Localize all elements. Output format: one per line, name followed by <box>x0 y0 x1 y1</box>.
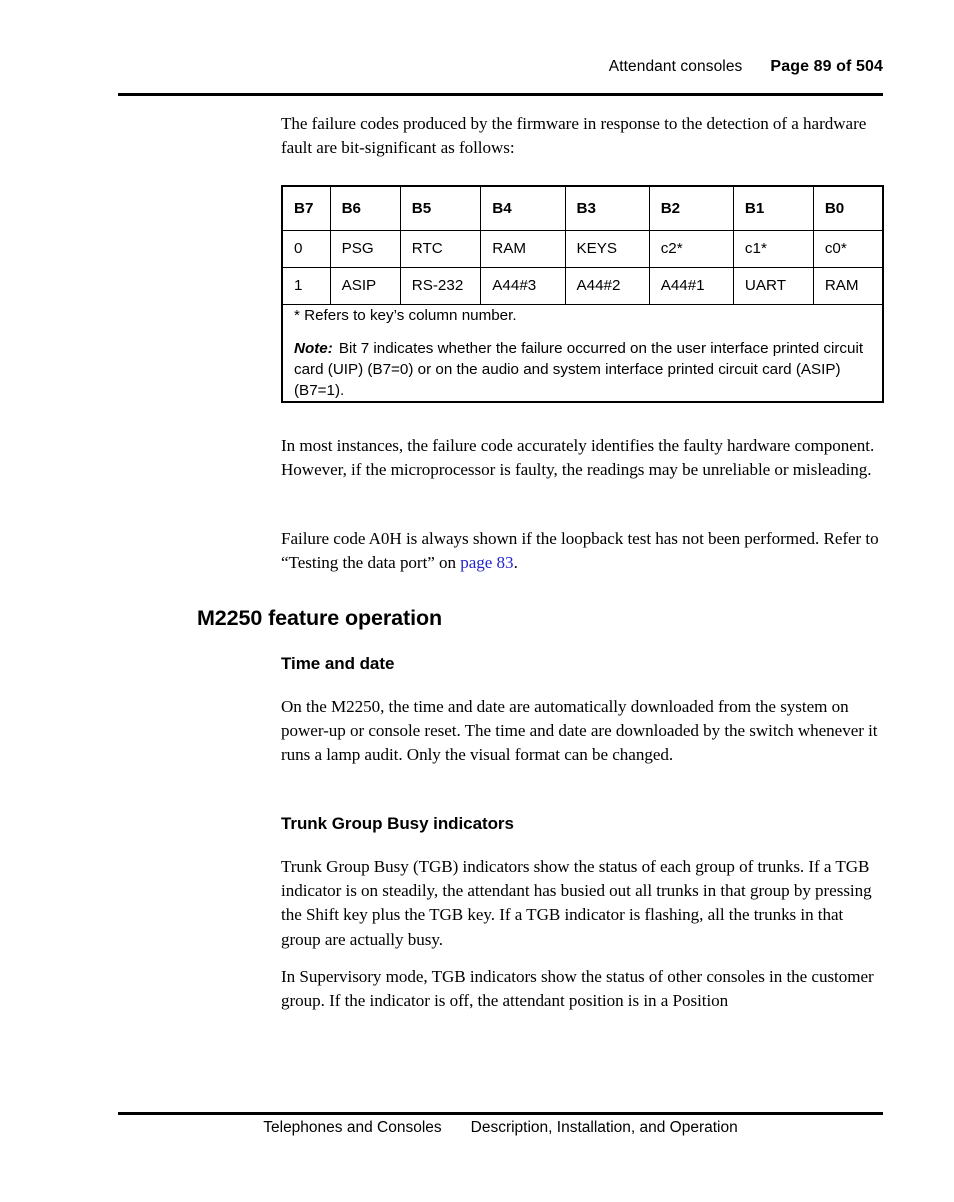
table-cell-r0c7: c0* <box>812 229 883 268</box>
loopback-text-after-link: . <box>513 553 518 573</box>
table-cell-r0c1: PSG <box>329 229 401 268</box>
table-cell-r1c6: UART <box>732 266 814 305</box>
table-cell-r1c2: RS-232 <box>399 266 482 305</box>
table-header-b0: B0 <box>812 186 883 231</box>
table-header-b3: B3 <box>564 186 650 231</box>
subheading-time-and-date: Time and date <box>281 654 395 673</box>
table-cell-r0c3: RAM <box>480 229 566 268</box>
loopback-text-before-link: Failure code A0H is always shown if the … <box>281 529 879 573</box>
table-note-cell: * Refers to key’s column number. Note: Bi… <box>281 303 884 402</box>
subheading-trunk-group-busy: Trunk Group Busy indicators <box>281 814 514 833</box>
table-cell-r1c1: ASIP <box>329 266 401 305</box>
footer-right-text: Description, Installation, and Operation <box>470 1119 738 1136</box>
table-cell-r1c5: A44#1 <box>648 266 734 305</box>
table-row: 0 PSG RTC RAM KEYS c2* c1* c0* <box>282 229 883 268</box>
reliability-paragraph-block: In most instances, the failure code accu… <box>281 434 884 482</box>
note-label: Note: <box>294 339 333 357</box>
table-cell-r0c5: c2* <box>648 229 734 268</box>
table-cell-r1c0: 1 <box>282 266 331 305</box>
tgb-paragraph-2: In Supervisory mode, TGB indicators show… <box>281 967 874 1011</box>
table-header-row: B7 B6 B5 B4 B3 B2 B1 B0 <box>282 186 883 231</box>
failure-code-bit-table: B7 B6 B5 B4 B3 B2 B1 B0 0 PSG RTC RAM KE… <box>281 185 884 403</box>
note-text: Bit 7 indicates whether the failure occu… <box>294 339 864 399</box>
table-header-b1: B1 <box>732 186 814 231</box>
table-header-b4: B4 <box>480 186 566 231</box>
header-rule <box>118 93 883 96</box>
time-and-date-paragraph-block: On the M2250, the time and date are auto… <box>281 695 884 768</box>
table-header-b6: B6 <box>329 186 401 231</box>
table-cell-r0c2: RTC <box>399 229 482 268</box>
table-header-b5: B5 <box>399 186 482 231</box>
table-cell-r0c6: c1* <box>732 229 814 268</box>
header-page-number: Page 89 of 504 <box>770 58 883 75</box>
running-header: Attendant consoles Page 89 of 504 <box>118 58 883 76</box>
time-and-date-paragraph: On the M2250, the time and date are auto… <box>281 697 878 765</box>
footer-left-text: Telephones and Consoles <box>263 1119 442 1136</box>
table-cell-r1c3: A44#3 <box>480 266 566 305</box>
page-83-link[interactable]: page 83 <box>460 553 513 572</box>
reliability-paragraph: In most instances, the failure code accu… <box>281 436 875 480</box>
table-note-row: * Refers to key’s column number. Note: Bi… <box>281 303 884 402</box>
page-title: M2250 feature operation <box>197 606 443 630</box>
loopback-paragraph: Failure code A0H is always shown if the … <box>281 527 884 575</box>
table-cell-r1c4: A44#2 <box>564 266 650 305</box>
intro-paragraph-block: The failure codes produced by the firmwa… <box>281 112 884 160</box>
running-footer: Telephones and Consoles Description, Ins… <box>118 1119 883 1137</box>
table-row: 1 ASIP RS-232 A44#3 A44#2 A44#1 UART RAM <box>282 266 883 305</box>
loopback-paragraph-block: Failure code A0H is always shown if the … <box>281 527 884 575</box>
table-footnote: * Refers to key’s column number. <box>294 306 517 324</box>
table-cell-r0c4: KEYS <box>564 229 650 268</box>
document-page: Attendant consoles Page 89 of 504 The fa… <box>0 0 954 1202</box>
header-chapter-title: Attendant consoles <box>608 58 743 75</box>
tgb-paragraph-1: Trunk Group Busy (TGB) indicators show t… <box>281 857 872 949</box>
tgb-paragraph-block-1: Trunk Group Busy (TGB) indicators show t… <box>281 855 884 952</box>
table-cell-r0c0: 0 <box>282 229 331 268</box>
tgb-paragraph-block-2: In Supervisory mode, TGB indicators show… <box>281 965 884 1013</box>
table-header-b2: B2 <box>648 186 734 231</box>
table-note: Note: Bit 7 indicates whether the failure… <box>294 338 882 401</box>
table-cell-r1c7: RAM <box>812 266 883 305</box>
intro-paragraph: The failure codes produced by the firmwa… <box>281 114 867 158</box>
table-header-b7: B7 <box>282 186 331 231</box>
footer-rule <box>118 1112 883 1115</box>
